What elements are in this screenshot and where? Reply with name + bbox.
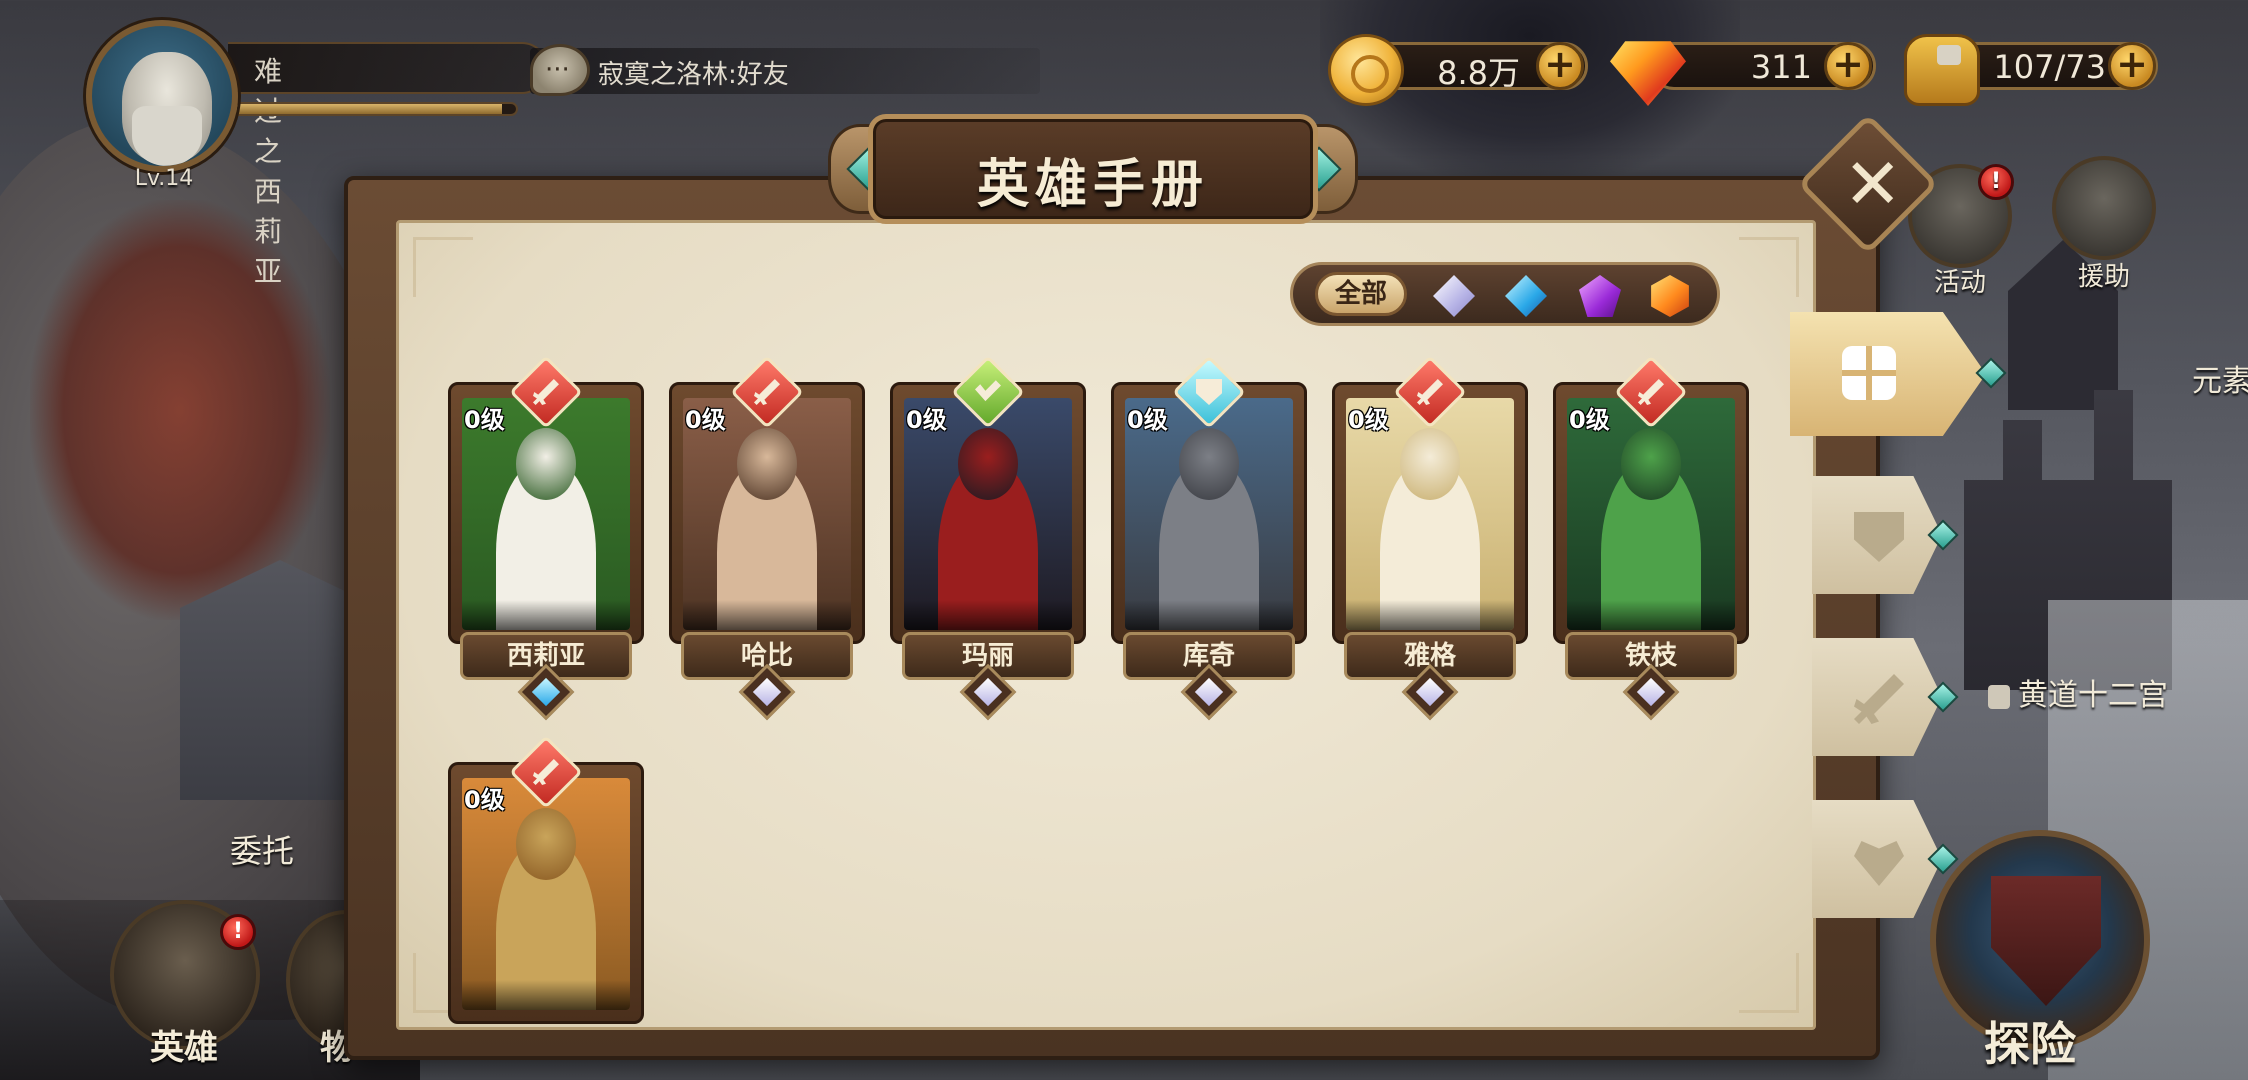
hero-head [958,428,1018,500]
portrait-shade [1125,600,1293,630]
explore-label: 探险 [1984,1017,2076,1071]
hero-head [737,428,797,500]
stamina-currency: 107/73 + [1904,34,2164,106]
hero-card[interactable]: 0级 哈比 [669,355,865,721]
hero-level: 0级 [464,786,505,814]
close-icon: ✕ [1843,143,1903,225]
hero-level: 0级 [906,406,947,434]
hero-head [516,428,576,500]
hero-card[interactable]: 0级 雅格 [1332,355,1528,721]
title-plaque: 英雄手册 [828,104,1358,234]
portrait-shade [462,600,630,630]
diamond-currency: 311 + [1610,38,1880,106]
filter-orange-gem-icon[interactable] [1651,275,1689,317]
hero-level: 0级 [464,406,505,434]
filter-white-gem-icon[interactable] [1433,275,1475,317]
lock-icon [1988,684,2010,709]
hero-card-grid: 0级 西莉亚 0级 哈比 0级 玛丽 0级 库奇 0级 雅格 0级 铁枝 0级 [448,355,1808,1024]
gold-value: 8.8万 [1437,54,1520,92]
avatar-beard [132,106,202,166]
player-avatar[interactable] [86,20,238,172]
hero-card[interactable]: 0级 玛丽 [890,355,1086,721]
hero-card[interactable]: 0级 西莉亚 [448,355,644,721]
diamond-value: 311 [1750,48,1812,86]
hero-head [1621,428,1681,500]
exp-bar-fill [234,104,502,114]
player-name: 难过之西莉亚 [254,55,283,288]
zodiac-label-text: 黄道十二宫 [2018,678,2168,713]
stamina-value: 107/73 [1993,48,2106,86]
explore-shield-icon [1991,876,2101,1006]
portrait-shade [462,980,630,1010]
chat-message: 寂寞之洛林:好友 [598,60,789,90]
assist-button[interactable]: 援助 [2044,156,2164,293]
zodiac-label[interactable]: 黄道十二宫 [1988,670,2168,714]
corner-ornament [1739,237,1799,297]
filter-all-button[interactable]: 全部 [1315,272,1407,316]
add-stamina-button[interactable]: + [2108,42,2156,90]
hero-head [1179,428,1239,500]
heart-icon [1854,841,1904,886]
chat-bar[interactable]: ··· 寂寞之洛林:好友 [530,44,1040,96]
portrait-shade [904,600,1072,630]
hero-card[interactable]: 0级 库奇 [1111,355,1307,721]
shield-icon [1854,512,1904,562]
grid-icon [1842,346,1896,400]
hero-card[interactable]: 0级 [448,735,644,1080]
portrait-shade [683,600,851,630]
corner-ornament [413,237,473,297]
commission-label[interactable]: 委托 [230,826,294,872]
filter-purple-gem-icon[interactable] [1579,275,1621,317]
add-gold-button[interactable]: + [1536,42,1584,90]
autumn-tree-scenery [30,200,330,620]
hero-head [1400,428,1460,500]
heroes-alert-badge: ! [220,914,256,950]
player-level: Lv.14 [134,166,194,191]
panel-title: 英雄手册 [976,155,1209,215]
heroes-nav-label: 英雄 [150,1028,218,1068]
hero-card[interactable]: 0级 铁枝 [1553,355,1749,721]
hero-level: 0级 [685,406,726,434]
hero-head [516,808,576,880]
add-diamond-button[interactable]: + [1824,42,1872,90]
hero-level: 0级 [1348,406,1389,434]
hero-level: 0级 [1569,406,1610,434]
exp-bar [232,102,518,116]
filter-blue-gem-icon[interactable] [1505,275,1547,317]
sword-icon [1854,674,1904,724]
element-label[interactable]: 元素 [2192,356,2248,400]
assist-icon [2052,156,2156,260]
supply-bag-icon [1904,34,1980,106]
hero-level: 0级 [1127,406,1168,434]
chat-bubble-icon[interactable]: ··· [530,44,590,96]
rarity-filter-bar: 全部 [1290,262,1720,326]
assist-label: 援助 [2077,262,2130,292]
portrait-shade [1567,600,1735,630]
gold-currency: 8.8万 + [1328,34,1588,106]
activity-alert-badge: ! [1978,164,2014,200]
portrait-shade [1346,600,1514,630]
